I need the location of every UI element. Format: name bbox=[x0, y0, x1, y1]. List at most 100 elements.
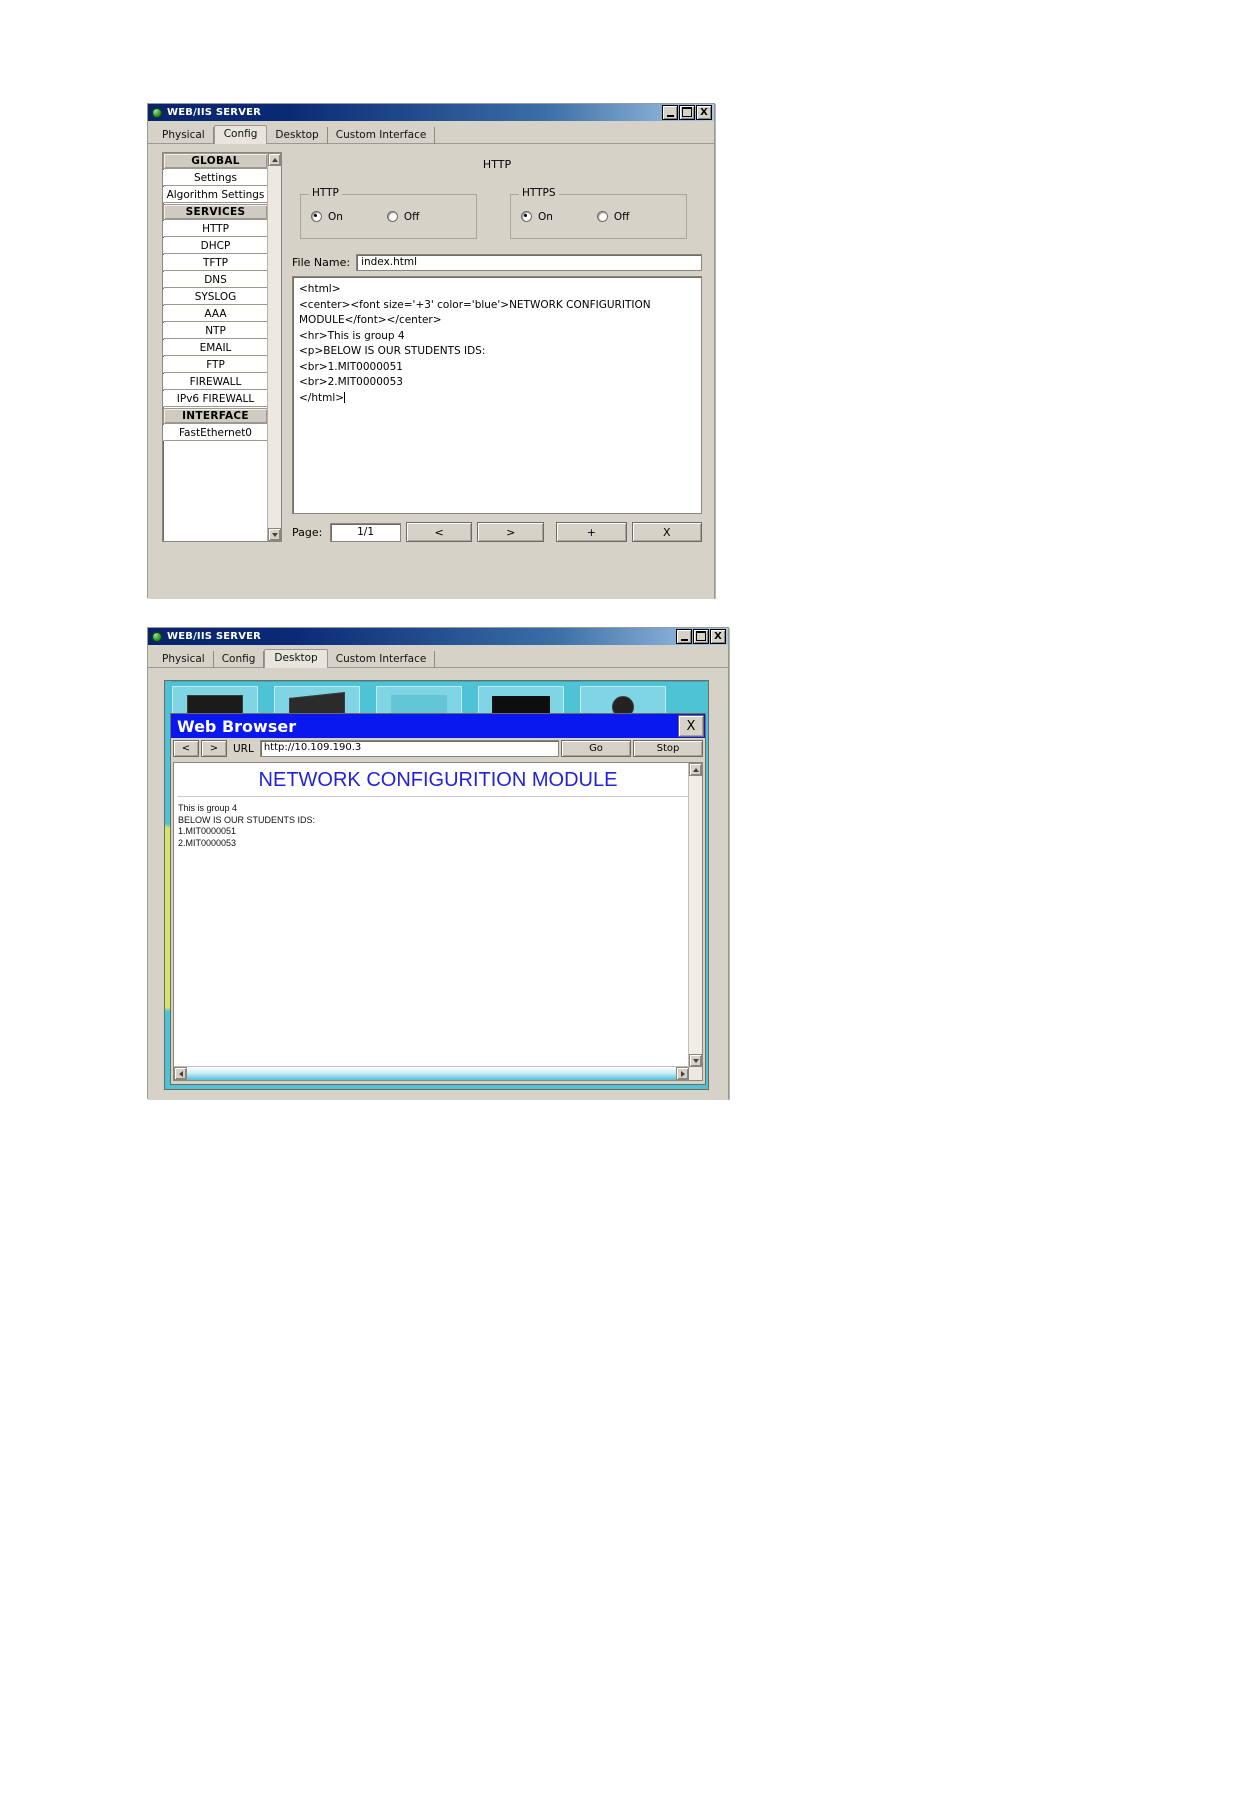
config-tab-bar: Physical Config Desktop Custom Interface bbox=[148, 121, 714, 145]
nav-item-http[interactable]: HTTP bbox=[163, 221, 268, 237]
maximize-button[interactable] bbox=[693, 629, 709, 644]
radio-dot-icon bbox=[596, 211, 608, 222]
https-radio-row: On Off bbox=[511, 195, 686, 238]
panel-title: HTTP bbox=[482, 158, 512, 171]
file-name-row: File Name: index.html bbox=[292, 254, 702, 271]
delete-page-button[interactable]: X bbox=[631, 522, 703, 542]
web-browser-window: Web Browser X < > URL http://10.109.190.… bbox=[170, 713, 706, 1085]
nav-item-aaa[interactable]: AAA bbox=[163, 306, 268, 322]
http-fieldset: HTTP On Off bbox=[300, 187, 477, 239]
web-iis-server-desktop-window: WEB/IIS SERVER X Physical Config Desktop… bbox=[147, 627, 729, 1100]
tab-config[interactable]: Config bbox=[213, 125, 268, 145]
scroll-up-arrow-icon[interactable] bbox=[268, 153, 281, 166]
nav-item-tftp[interactable]: TFTP bbox=[163, 255, 268, 271]
desktop-canvas: Web Browser X < > URL http://10.109.190.… bbox=[164, 680, 709, 1090]
tab-desktop[interactable]: Desktop bbox=[264, 649, 328, 669]
minimize-button[interactable] bbox=[676, 629, 692, 644]
page-navigation-row: Page: 1/1 < > + X bbox=[292, 522, 703, 542]
config-nav-scrollbar[interactable] bbox=[267, 153, 281, 541]
nav-item-ipv6-firewall[interactable]: IPv6 FIREWALL bbox=[163, 391, 268, 407]
go-button[interactable]: Go bbox=[561, 740, 631, 757]
radio-dot-icon bbox=[521, 211, 532, 222]
radio-dot-icon bbox=[311, 211, 322, 222]
previous-page-button[interactable]: < bbox=[405, 522, 473, 542]
viewport-horizontal-scrollbar[interactable] bbox=[174, 1066, 689, 1080]
nav-item-fastethernet0[interactable]: FastEthernet0 bbox=[163, 425, 268, 441]
https-off-radio[interactable]: Off bbox=[596, 210, 630, 223]
rendered-horizontal-rule bbox=[178, 796, 698, 797]
tab-physical[interactable]: Physical bbox=[154, 651, 214, 668]
close-button[interactable]: X bbox=[710, 629, 726, 644]
desktop-window-titlebar[interactable]: WEB/IIS SERVER X bbox=[148, 628, 728, 645]
desktop-window-body: Web Browser X < > URL http://10.109.190.… bbox=[148, 668, 728, 1100]
file-name-label: File Name: bbox=[292, 256, 351, 269]
scroll-left-arrow-icon[interactable] bbox=[174, 1067, 187, 1080]
maximize-button[interactable] bbox=[679, 105, 695, 120]
page-indicator[interactable]: 1/1 bbox=[330, 522, 401, 542]
desktop-window-controls: X bbox=[676, 629, 726, 644]
tab-config[interactable]: Config bbox=[214, 651, 265, 668]
scroll-up-arrow-icon[interactable] bbox=[689, 763, 702, 776]
nav-item-settings[interactable]: Settings bbox=[163, 170, 268, 186]
tab-physical[interactable]: Physical bbox=[154, 127, 214, 144]
tab-desktop[interactable]: Desktop bbox=[267, 127, 328, 144]
nav-item-algorithm-settings[interactable]: Algorithm Settings bbox=[163, 187, 268, 203]
rendered-line: BELOW IS OUR STUDENTS IDS: bbox=[178, 814, 316, 825]
nav-item-syslog[interactable]: SYSLOG bbox=[163, 289, 268, 305]
url-input[interactable]: http://10.109.190.3 bbox=[259, 740, 559, 757]
next-page-button[interactable]: > bbox=[477, 522, 545, 542]
nav-item-dhcp[interactable]: DHCP bbox=[163, 238, 268, 254]
nav-header-interface: INTERFACE bbox=[163, 408, 268, 424]
nav-item-ftp[interactable]: FTP bbox=[163, 357, 268, 373]
screenshot-page: WEB/IIS SERVER X Physical Config Desktop… bbox=[0, 0, 1241, 1807]
config-content: GLOBAL Settings Algorithm Settings SERVI… bbox=[162, 152, 703, 589]
scroll-right-arrow-icon[interactable] bbox=[676, 1067, 689, 1080]
browser-back-button[interactable]: < bbox=[173, 740, 199, 757]
config-nav-items: GLOBAL Settings Algorithm Settings SERVI… bbox=[163, 153, 268, 442]
tab-custom-interface[interactable]: Custom Interface bbox=[328, 127, 436, 144]
html-source-text: <html> <center><font size='+3' color='bl… bbox=[299, 283, 651, 404]
desktop-window-title: WEB/IIS SERVER bbox=[167, 631, 262, 642]
web-browser-title: Web Browser bbox=[177, 716, 297, 736]
file-name-input[interactable]: index.html bbox=[356, 254, 702, 271]
close-button[interactable]: X bbox=[696, 105, 712, 120]
add-page-button[interactable]: + bbox=[556, 522, 627, 542]
nav-item-ntp[interactable]: NTP bbox=[163, 323, 268, 339]
scroll-down-arrow-icon[interactable] bbox=[689, 1054, 702, 1067]
config-window-titlebar[interactable]: WEB/IIS SERVER X bbox=[148, 104, 714, 121]
server-globe-icon bbox=[151, 631, 163, 643]
page-label: Page: bbox=[292, 525, 323, 539]
rendered-line: This is group 4 bbox=[178, 803, 238, 813]
nav-header-services: SERVICES bbox=[163, 204, 268, 220]
http-off-label: Off bbox=[403, 210, 420, 223]
config-window-body: GLOBAL Settings Algorithm Settings SERVI… bbox=[148, 144, 714, 599]
viewport-vertical-scrollbar[interactable] bbox=[688, 763, 702, 1067]
http-off-radio[interactable]: Off bbox=[386, 210, 420, 223]
nav-header-global: GLOBAL bbox=[163, 153, 268, 169]
minimize-button[interactable] bbox=[662, 105, 678, 120]
web-browser-close-button[interactable]: X bbox=[678, 715, 704, 737]
stop-button[interactable]: Stop bbox=[633, 740, 703, 757]
nav-item-dns[interactable]: DNS bbox=[163, 272, 268, 288]
desktop-tab-bar: Physical Config Desktop Custom Interface bbox=[148, 645, 728, 669]
web-browser-titlebar[interactable]: Web Browser X bbox=[171, 714, 705, 738]
config-window-title: WEB/IIS SERVER bbox=[167, 107, 262, 118]
http-service-panel: HTTP HTTP On Off HTTPS On Off File Name:… bbox=[292, 152, 703, 589]
text-caret bbox=[344, 391, 346, 403]
nav-item-email[interactable]: EMAIL bbox=[163, 340, 268, 356]
http-radio-row: On Off bbox=[301, 195, 476, 238]
https-on-radio[interactable]: On bbox=[521, 211, 553, 223]
rendered-line: 2.MIT0000053 bbox=[178, 837, 237, 848]
scroll-down-arrow-icon[interactable] bbox=[268, 528, 281, 541]
url-label: URL bbox=[233, 742, 254, 755]
web-iis-server-config-window: WEB/IIS SERVER X Physical Config Desktop… bbox=[147, 103, 715, 599]
scrollbar-corner bbox=[689, 1067, 702, 1080]
html-source-editor[interactable]: <html> <center><font size='+3' color='bl… bbox=[292, 276, 702, 514]
http-on-label: On bbox=[328, 210, 343, 223]
browser-forward-button[interactable]: > bbox=[201, 740, 227, 757]
http-on-radio[interactable]: On bbox=[311, 211, 343, 223]
https-fieldset: HTTPS On Off bbox=[510, 187, 687, 239]
nav-item-firewall[interactable]: FIREWALL bbox=[163, 374, 268, 390]
https-off-label: Off bbox=[613, 210, 630, 223]
tab-custom-interface[interactable]: Custom Interface bbox=[328, 651, 436, 668]
